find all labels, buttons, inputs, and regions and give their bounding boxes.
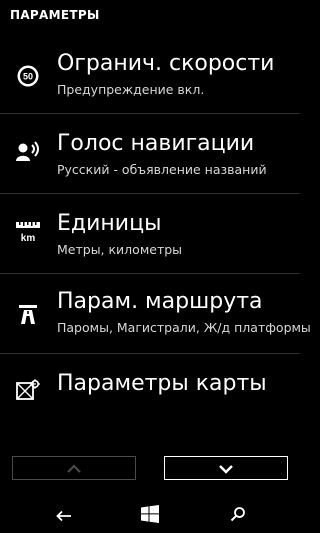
settings-item-subtitle: Метры, километры [57, 242, 183, 257]
windows-start-icon [140, 504, 160, 528]
settings-item-title: Парам. маршрута [57, 289, 263, 314]
settings-item-subtitle: Предупреждение вкл. [57, 82, 205, 97]
settings-item-map[interactable]: Параметры карты [0, 354, 300, 434]
units-icon: km [14, 218, 42, 246]
system-softkeys [0, 500, 300, 533]
settings-item-title: Единицы [57, 211, 162, 236]
speed-limit-badge: 50 [23, 72, 33, 82]
scroll-up-button[interactable] [12, 456, 136, 480]
settings-item-units[interactable]: km Единицы Метры, километры [0, 194, 300, 274]
back-arrow-icon [56, 507, 72, 526]
search-icon [230, 506, 246, 526]
start-button[interactable] [138, 504, 162, 528]
units-icon-text: km [21, 233, 36, 244]
settings-item-speed-limit[interactable]: 50 Огранич. скорости Предупреждение вкл. [0, 34, 300, 114]
chevron-up-icon [66, 459, 82, 478]
voice-icon [14, 138, 42, 166]
route-icon [14, 300, 42, 328]
settings-item-voice[interactable]: Голос навигации Русский - объявление наз… [0, 114, 300, 194]
scroll-down-button[interactable] [164, 456, 288, 480]
speed-limit-icon: 50 [14, 62, 42, 90]
settings-item-title: Огранич. скорости [57, 51, 275, 76]
search-button[interactable] [226, 506, 250, 526]
settings-list: 50 Огранич. скорости Предупреждение вкл.… [0, 34, 311, 434]
pager-controls [12, 456, 288, 482]
map-settings-icon [14, 376, 42, 404]
settings-item-title: Параметры карты [57, 371, 267, 396]
settings-item-subtitle: Русский - объявление названий [57, 162, 267, 177]
settings-item-subtitle: Паромы, Магистрали, Ж/д платформы [57, 320, 311, 335]
settings-item-route[interactable]: Парам. маршрута Паромы, Магистрали, Ж/д … [0, 274, 311, 354]
back-button[interactable] [52, 506, 76, 526]
chevron-down-icon [218, 459, 234, 478]
page-title: ПАРАМЕТРЫ [10, 8, 100, 22]
settings-item-title: Голос навигации [57, 131, 255, 156]
